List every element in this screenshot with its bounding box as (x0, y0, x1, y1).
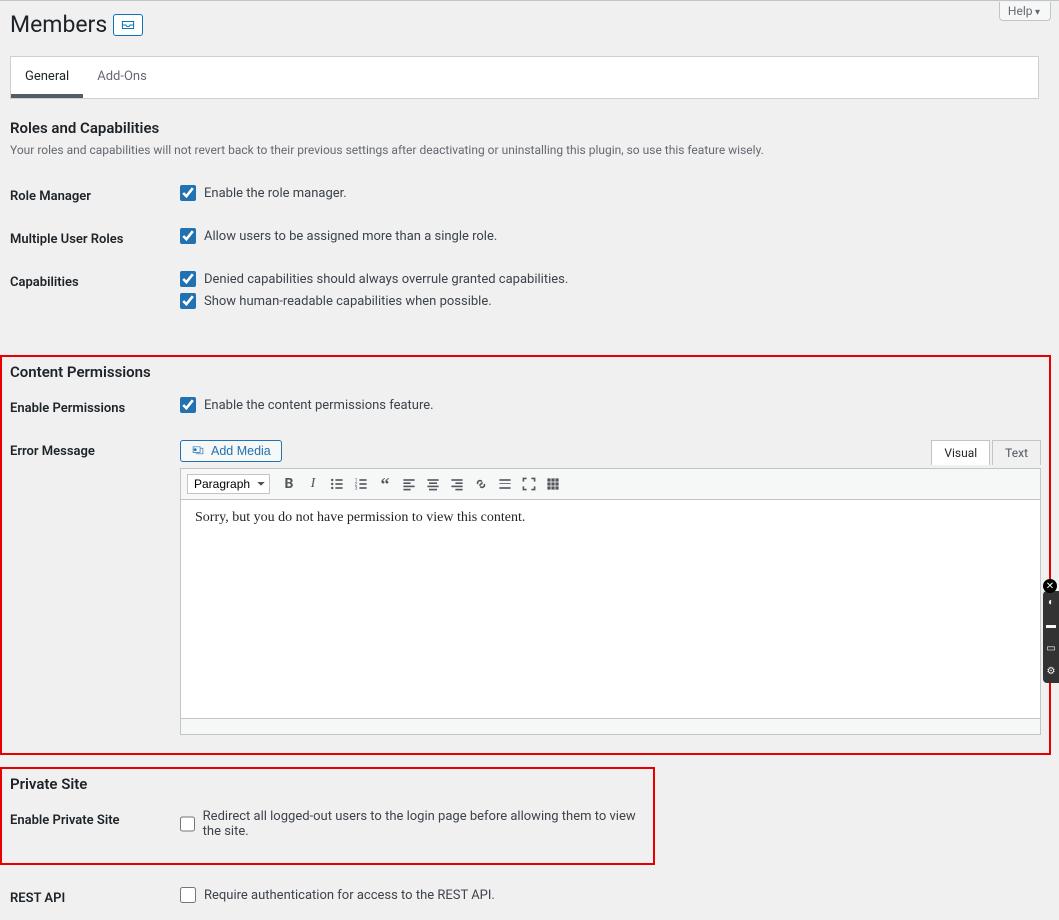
checkbox-role-manager-label[interactable]: Enable the role manager. (204, 186, 347, 201)
tab-general[interactable]: General (11, 57, 83, 98)
checkbox-multi-roles-label[interactable]: Allow users to be assigned more than a s… (204, 229, 497, 244)
format-select[interactable]: Paragraph (187, 474, 270, 494)
section-private: Private Site Enable Private Site Redirec… (10, 775, 645, 855)
checkbox-caps-denied-label[interactable]: Denied capabilities should always overru… (204, 272, 568, 287)
help-tab[interactable]: Help (999, 2, 1051, 21)
section-private-title: Private Site (10, 775, 645, 793)
bullet-list-icon[interactable] (326, 473, 348, 495)
checkbox-enable-permissions[interactable] (180, 397, 196, 413)
fullscreen-icon[interactable] (518, 473, 540, 495)
checkbox-rest-api[interactable] (180, 887, 196, 903)
side-widget: ✕ ◐ ▬ ▭ ⚙ (1043, 591, 1059, 683)
inbox-icon[interactable] (113, 14, 143, 36)
numbered-list-icon[interactable]: 123 (350, 473, 372, 495)
editor-toolbar: Paragraph B I 123 “ (180, 468, 1041, 499)
checkbox-multi-roles[interactable] (180, 228, 196, 244)
editor-tab-text[interactable]: Text (992, 440, 1041, 465)
row-role-manager-label: Role Manager (10, 175, 180, 218)
nav-tabs: General Add-Ons (10, 56, 1039, 99)
svg-text:3: 3 (355, 486, 358, 492)
align-left-icon[interactable] (398, 473, 420, 495)
editor-tab-visual[interactable]: Visual (931, 440, 990, 465)
gear-icon[interactable]: ⚙ (1047, 666, 1056, 677)
side-widget-icon-3[interactable]: ▭ (1046, 643, 1055, 654)
side-widget-icon-1[interactable]: ◐ (1048, 597, 1054, 608)
section-content: Content Permissions Enable Permissions E… (10, 363, 1041, 745)
section-content-title: Content Permissions (10, 363, 1041, 381)
add-media-button[interactable]: Add Media (180, 440, 282, 462)
bold-icon[interactable]: B (278, 473, 300, 495)
checkbox-role-manager[interactable] (180, 185, 196, 201)
checkbox-enable-private[interactable] (180, 816, 195, 832)
checkbox-caps-denied[interactable] (180, 271, 196, 287)
row-capabilities-label: Capabilities (10, 261, 180, 325)
editor: Visual Text Paragraph B I 123 (180, 468, 1041, 735)
checkbox-caps-readable-label[interactable]: Show human-readable capabilities when po… (204, 294, 492, 309)
align-center-icon[interactable] (422, 473, 444, 495)
page-title: Members (10, 11, 1039, 38)
row-error-message-label: Error Message (10, 430, 180, 745)
close-icon[interactable]: ✕ (1043, 579, 1057, 593)
row-multi-roles-label: Multiple User Roles (10, 218, 180, 261)
row-rest-api-label: REST API (10, 877, 180, 920)
section-roles-title: Roles and Capabilities (10, 119, 1039, 137)
italic-icon[interactable]: I (302, 473, 324, 495)
page-title-text: Members (10, 11, 107, 38)
blockquote-icon[interactable]: “ (374, 473, 396, 495)
toolbar-toggle-icon[interactable] (542, 473, 564, 495)
link-icon[interactable] (470, 473, 492, 495)
side-widget-icon-2[interactable]: ▬ (1046, 620, 1056, 631)
media-icon (191, 444, 205, 458)
align-right-icon[interactable] (446, 473, 468, 495)
read-more-icon[interactable] (494, 473, 516, 495)
editor-footer (180, 719, 1041, 735)
row-enable-private-label: Enable Private Site (10, 799, 180, 855)
checkbox-enable-permissions-label[interactable]: Enable the content permissions feature. (204, 398, 434, 413)
section-roles-desc: Your roles and capabilities will not rev… (10, 143, 1039, 157)
row-enable-permissions-label: Enable Permissions (10, 387, 180, 430)
checkbox-enable-private-label[interactable]: Redirect all logged-out users to the log… (203, 809, 645, 839)
highlight-private-site: Private Site Enable Private Site Redirec… (0, 767, 655, 865)
tab-addons[interactable]: Add-Ons (83, 57, 161, 98)
checkbox-rest-api-label[interactable]: Require authentication for access to the… (204, 888, 495, 903)
section-roles: Roles and Capabilities Your roles and ca… (10, 119, 1039, 325)
highlight-content-permissions: Content Permissions Enable Permissions E… (0, 355, 1051, 755)
editor-content[interactable]: Sorry, but you do not have permission to… (180, 499, 1041, 719)
add-media-label: Add Media (211, 444, 271, 458)
checkbox-caps-readable[interactable] (180, 293, 196, 309)
